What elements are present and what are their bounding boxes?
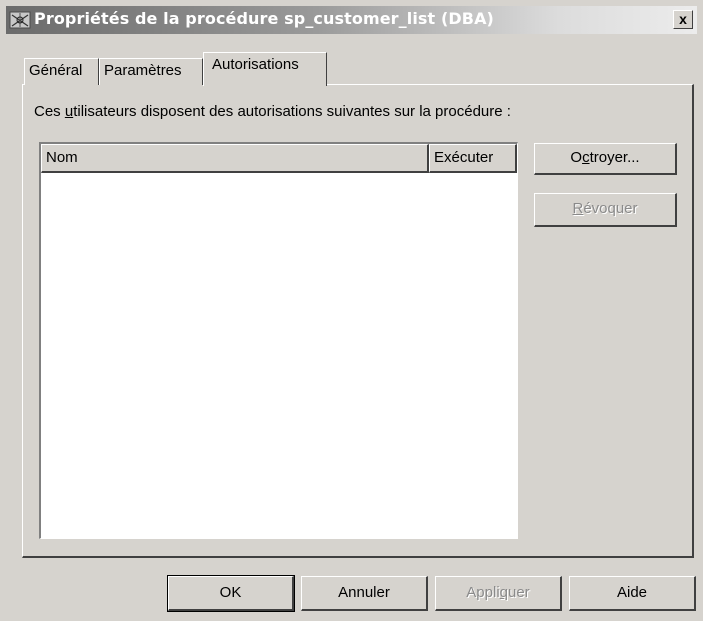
cancel-button[interactable]: Annuler: [301, 576, 428, 611]
column-header-executer[interactable]: Exécuter: [429, 144, 517, 173]
help-button[interactable]: Aide: [569, 576, 696, 611]
tab-parametres[interactable]: Paramètres: [99, 58, 203, 85]
tab-label: Paramètres: [104, 62, 182, 79]
tab-autorisations[interactable]: Autorisations: [203, 52, 327, 86]
ok-button[interactable]: OK: [167, 575, 295, 612]
close-icon: x: [679, 11, 687, 27]
window-title: Propriétés de la procédure sp_customer_l…: [34, 9, 494, 28]
grant-button[interactable]: Octroyer...: [534, 143, 677, 175]
revoke-button[interactable]: Révoquer: [534, 193, 677, 227]
permissions-description: Ces utilisateurs disposent des autorisat…: [34, 103, 511, 120]
close-button[interactable]: x: [673, 10, 693, 29]
tab-label: Général: [29, 62, 83, 79]
tab-general[interactable]: Général: [24, 58, 99, 85]
title-bar[interactable]: Propriétés de la procédure sp_customer_l…: [6, 6, 697, 34]
properties-dialog: Propriétés de la procédure sp_customer_l…: [0, 0, 703, 621]
procedure-icon: [9, 11, 31, 29]
permissions-list[interactable]: Nom Exécuter: [39, 142, 518, 539]
column-header-nom[interactable]: Nom: [41, 144, 429, 173]
tab-label: Autorisations: [212, 56, 299, 73]
apply-button[interactable]: Appliquer: [435, 576, 562, 611]
